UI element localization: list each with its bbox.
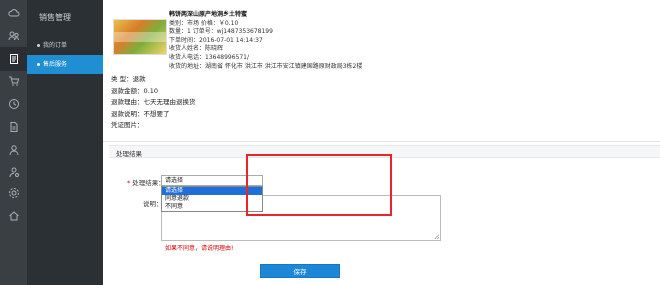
- icon-rail: [0, 0, 27, 285]
- section-title: 处理结果: [116, 150, 142, 158]
- cart-icon[interactable]: [7, 74, 20, 87]
- bullet-icon: [37, 63, 40, 66]
- option-agree-refund[interactable]: 同意退款: [162, 195, 262, 203]
- bullet-icon: [37, 44, 40, 47]
- refund-amount: 退款金额：0.10: [111, 86, 158, 95]
- cloud-icon[interactable]: [7, 6, 20, 19]
- people-icon[interactable]: [7, 29, 20, 42]
- receiver-address: 收货的地址：湖南省 怀化市 洪江市 洪江市安江镇建国路原财政局3栋2楼: [169, 62, 363, 70]
- option-please-select[interactable]: 请选择: [162, 187, 262, 195]
- menu-item-after-sales[interactable]: 售后服务: [27, 55, 103, 74]
- description-label: 说明：: [143, 200, 163, 208]
- side-menu: 销售管理 我的订单 售后服务: [27, 0, 103, 285]
- result-label-text: 处理结果：: [132, 179, 165, 187]
- menu-item-label: 售后服务: [43, 61, 68, 68]
- refund-details: 类 型：退款 退款金额：0.10 退款理由：七天无理由退换货 退款说明：不想要了…: [111, 74, 196, 132]
- receiver-phone: 收货人电话：13648996571/: [169, 53, 250, 61]
- user-settings-icon[interactable]: [7, 165, 20, 178]
- product-info: 韩饼两深山原产地洞乡土特蜜 类别：市场 价格：￥0.10 数量：1 订单号：wj…: [169, 11, 362, 71]
- product-spec: 类别：市场 价格：￥0.10: [169, 19, 239, 27]
- section-header: 处理结果: [109, 145, 660, 158]
- menu-item-my-orders[interactable]: 我的订单: [27, 36, 103, 55]
- order-number: 数量：1 订单号：wj1487353678199: [169, 28, 273, 36]
- refund-reason: 退款理由：七天无理由退换货: [111, 98, 196, 107]
- option-disagree[interactable]: 不同意: [162, 203, 262, 211]
- user-icon[interactable]: [7, 143, 20, 156]
- settings-icon[interactable]: [7, 186, 20, 199]
- main-content: 韩饼两深山原产地洞乡土特蜜 类别：市场 价格：￥0.10 数量：1 订单号：wj…: [103, 0, 660, 285]
- refund-type: 类 型：退款: [111, 75, 146, 83]
- product-name: 韩饼两深山原产地洞乡土特蜜: [169, 11, 248, 18]
- result-select[interactable]: 请选择: [161, 175, 263, 186]
- save-button[interactable]: 保存: [260, 264, 340, 278]
- required-mark: *: [127, 179, 131, 187]
- document-icon[interactable]: [0, 47, 27, 71]
- file-icon[interactable]: [7, 120, 20, 133]
- refund-proof: 凭证图片：: [111, 121, 144, 130]
- result-dropdown: 请选择 同意退款 不同意: [161, 186, 263, 212]
- result-label: * 处理结果：: [127, 177, 165, 187]
- product-thumbnail: [113, 19, 167, 55]
- refund-note: 退款说明：不想要了: [111, 109, 170, 118]
- receiver-name: 收货人姓名：陈晓辉: [169, 45, 224, 53]
- resize-grip[interactable]: [434, 234, 439, 239]
- disagree-hint: 如果不同意，请说明理由!: [165, 245, 234, 252]
- home-icon[interactable]: [7, 209, 20, 222]
- clock-icon[interactable]: [7, 97, 20, 110]
- menu-title: 销售管理: [39, 13, 71, 22]
- menu-item-label: 我的订单: [43, 42, 68, 49]
- divider: [103, 141, 660, 142]
